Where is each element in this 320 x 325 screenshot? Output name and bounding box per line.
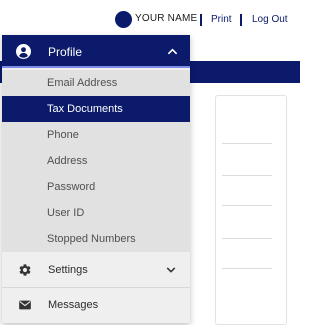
profile-menu-title: Profile	[48, 45, 83, 59]
avatar[interactable]	[115, 11, 132, 28]
submenu-item-password[interactable]: Password	[2, 174, 190, 200]
profile-dropdown-menu: Profile Email Address Tax Documents Phon…	[2, 35, 190, 323]
submenu-item-label: User ID	[47, 207, 85, 219]
submenu-item-label: Email Address	[47, 77, 118, 89]
submenu-item-stopped-numbers[interactable]: Stopped Numbers	[2, 226, 190, 252]
card-divider	[222, 205, 272, 206]
card-divider	[222, 143, 272, 144]
submenu-item-tax-documents[interactable]: Tax Documents	[2, 96, 190, 122]
submenu-item-phone[interactable]: Phone	[2, 122, 190, 148]
user-circle-icon	[16, 44, 31, 59]
submenu-item-label: Stopped Numbers	[47, 233, 136, 245]
print-link[interactable]: Print	[211, 14, 232, 25]
chevron-down-icon[interactable]	[166, 266, 176, 274]
submenu-item-address[interactable]: Address	[2, 148, 190, 174]
divider	[240, 14, 242, 26]
divider	[200, 14, 202, 26]
submenu-item-email-address[interactable]: Email Address	[2, 70, 190, 96]
username[interactable]: YOUR NAME	[135, 13, 197, 24]
top-header: YOUR NAME Print Log Out	[0, 0, 300, 36]
menu-item-messages[interactable]: Messages	[2, 288, 190, 322]
submenu-item-label: Tax Documents	[47, 103, 123, 115]
content-card	[215, 95, 287, 325]
settings-label: Settings	[48, 264, 88, 276]
card-divider	[222, 175, 272, 176]
chevron-up-icon[interactable]	[167, 47, 178, 56]
profile-menu-header[interactable]: Profile	[2, 35, 190, 68]
messages-label: Messages	[48, 299, 99, 311]
submenu-item-label: Password	[47, 181, 96, 193]
logout-link[interactable]: Log Out	[252, 14, 288, 25]
submenu-item-label: Phone	[47, 129, 79, 141]
card-divider	[222, 238, 272, 239]
menu-item-settings[interactable]: Settings	[2, 253, 190, 287]
card-divider	[222, 268, 272, 269]
gear-icon	[19, 264, 31, 276]
envelope-icon	[19, 300, 31, 310]
submenu-item-label: Address	[47, 155, 88, 167]
submenu-item-user-id[interactable]: User ID	[2, 200, 190, 226]
